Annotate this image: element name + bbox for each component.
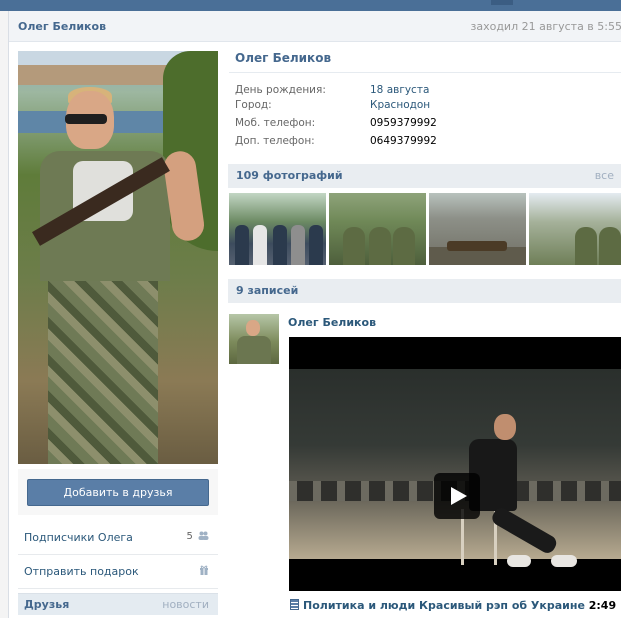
- photo-thumbnail[interactable]: [229, 193, 326, 265]
- info-row-birthday: День рождения: 18 августа: [235, 84, 615, 98]
- photo-soldier: [369, 227, 391, 265]
- friends-title: Друзья: [24, 598, 70, 611]
- header-username[interactable]: Олег Беликов: [18, 20, 106, 33]
- photo-soldier: [393, 227, 415, 265]
- video-shoe: [507, 555, 531, 567]
- photo-person: [253, 225, 267, 265]
- mobile-key: Моб. телефон:: [235, 117, 316, 129]
- photo-soldier: [599, 227, 621, 265]
- play-button[interactable]: [434, 473, 480, 519]
- city-value[interactable]: Краснодон: [370, 99, 430, 111]
- video-shoe: [551, 555, 577, 567]
- post-author-name[interactable]: Олег Беликов: [288, 316, 376, 329]
- top-navigation-bar: [0, 0, 621, 11]
- wall-section-header[interactable]: 9 записей: [228, 279, 621, 303]
- mobile-value: 0959379992: [370, 117, 437, 129]
- avatar-legs: [48, 281, 158, 464]
- add-friend-box: Добавить в друзья: [18, 469, 218, 515]
- info-row-city: Город: Краснодон: [235, 99, 615, 113]
- photos-all-link[interactable]: все: [595, 169, 614, 182]
- photo-soldier: [343, 227, 365, 265]
- video-man-leg: [489, 505, 560, 556]
- photos-count-title[interactable]: 109 фотографий: [236, 169, 343, 182]
- friends-news-link[interactable]: новости: [162, 598, 209, 611]
- profile-name: Олег Беликов: [235, 51, 332, 65]
- video-man-head: [494, 414, 516, 440]
- extra-phone-key: Доп. телефон:: [235, 135, 315, 147]
- photo-thumbnail[interactable]: [329, 193, 426, 265]
- post-author-avatar[interactable]: [229, 314, 279, 364]
- video-duration: 2:49: [588, 599, 617, 612]
- gift-icon: [199, 565, 209, 578]
- followers-count: 5: [186, 531, 209, 542]
- photo-person: [273, 225, 287, 265]
- add-friend-button[interactable]: Добавить в друзья: [27, 479, 209, 506]
- info-row-extra-phone: Доп. телефон: 0649379992: [235, 135, 615, 149]
- send-gift-label: Отправить подарок: [24, 565, 139, 578]
- video-title: Политика и люди Красивый рэп об Украине: [303, 599, 585, 612]
- video-icon: [290, 599, 299, 610]
- followers-label: Подписчики Олега: [24, 531, 133, 544]
- wall-posts-count[interactable]: 9 записей: [236, 284, 298, 297]
- profile-avatar[interactable]: [18, 51, 218, 464]
- post-avatar-head: [246, 320, 260, 336]
- top-bar-tab[interactable]: [491, 0, 513, 5]
- photo-thumbnail[interactable]: [429, 193, 526, 265]
- profile-page: Олег Беликов заходил 21 августа в 5:55 Д…: [8, 11, 621, 618]
- photos-section-header[interactable]: 109 фотографий все: [228, 164, 621, 188]
- profile-header: Олег Беликов заходил 21 августа в 5:55: [9, 11, 621, 42]
- profile-divider: [229, 72, 621, 73]
- last-seen-status: заходил 21 августа в 5:55: [470, 20, 621, 33]
- followers-link[interactable]: Подписчики Олега 5: [18, 521, 218, 555]
- photo-person: [235, 225, 249, 265]
- video-title-link[interactable]: Политика и люди Красивый рэп об Украине …: [290, 599, 616, 612]
- video-player[interactable]: [289, 337, 621, 591]
- photo-thumbnail[interactable]: [529, 193, 621, 265]
- extra-phone-value: 0649379992: [370, 135, 437, 147]
- info-row-mobile: Моб. телефон: 0959379992: [235, 117, 615, 131]
- video-frame: [289, 369, 621, 567]
- people-icon: [198, 531, 209, 540]
- birthday-value[interactable]: 18 августа: [370, 84, 429, 96]
- play-icon: [451, 487, 467, 505]
- photo-person: [309, 225, 323, 265]
- send-gift-link[interactable]: Отправить подарок: [18, 555, 218, 589]
- photo-person: [291, 225, 305, 265]
- post-avatar-body: [237, 336, 271, 364]
- photo-ammo-pile: [447, 241, 507, 251]
- friends-section-header[interactable]: Друзья новости: [18, 593, 218, 615]
- avatar-sunglasses: [65, 114, 107, 124]
- photo-soldier: [575, 227, 597, 265]
- city-key: Город:: [235, 99, 272, 111]
- birthday-key: День рождения:: [235, 84, 326, 96]
- followers-count-value: 5: [186, 531, 193, 542]
